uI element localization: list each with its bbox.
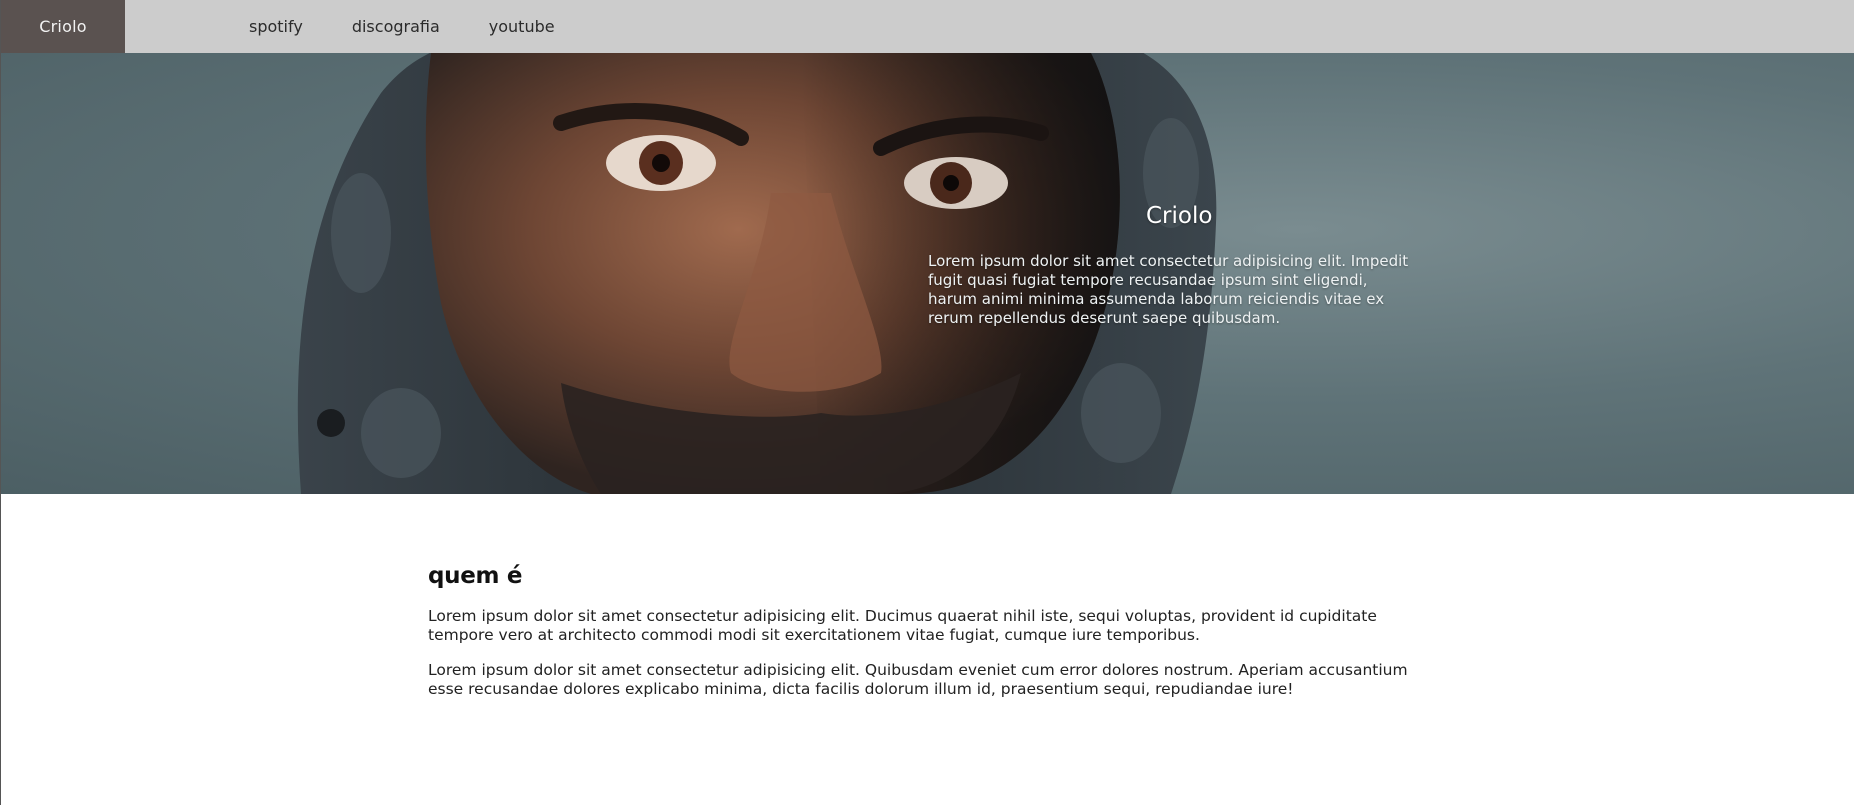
about-title: quem é	[428, 563, 523, 589]
nav-links: spotify discografia youtube	[249, 0, 604, 53]
hero-banner: Criolo Lorem ipsum dolor sit amet consec…	[1, 53, 1854, 494]
hero-description: Lorem ipsum dolor sit amet consectetur a…	[928, 252, 1409, 327]
hero-title: Criolo	[1146, 203, 1213, 229]
top-navbar: Criolo spotify discografia youtube	[1, 0, 1854, 53]
nav-link-youtube[interactable]: youtube	[489, 17, 555, 36]
nav-link-spotify[interactable]: spotify	[249, 17, 303, 36]
about-paragraph-2: Lorem ipsum dolor sit amet consectetur a…	[428, 661, 1408, 698]
page: Criolo spotify discografia youtube Criol…	[0, 0, 1854, 805]
about-section: quem é Lorem ipsum dolor sit amet consec…	[428, 563, 1438, 715]
about-paragraph-1: Lorem ipsum dolor sit amet consectetur a…	[428, 607, 1377, 644]
nav-link-discografia[interactable]: discografia	[352, 17, 440, 36]
brand-link[interactable]: Criolo	[1, 0, 125, 53]
